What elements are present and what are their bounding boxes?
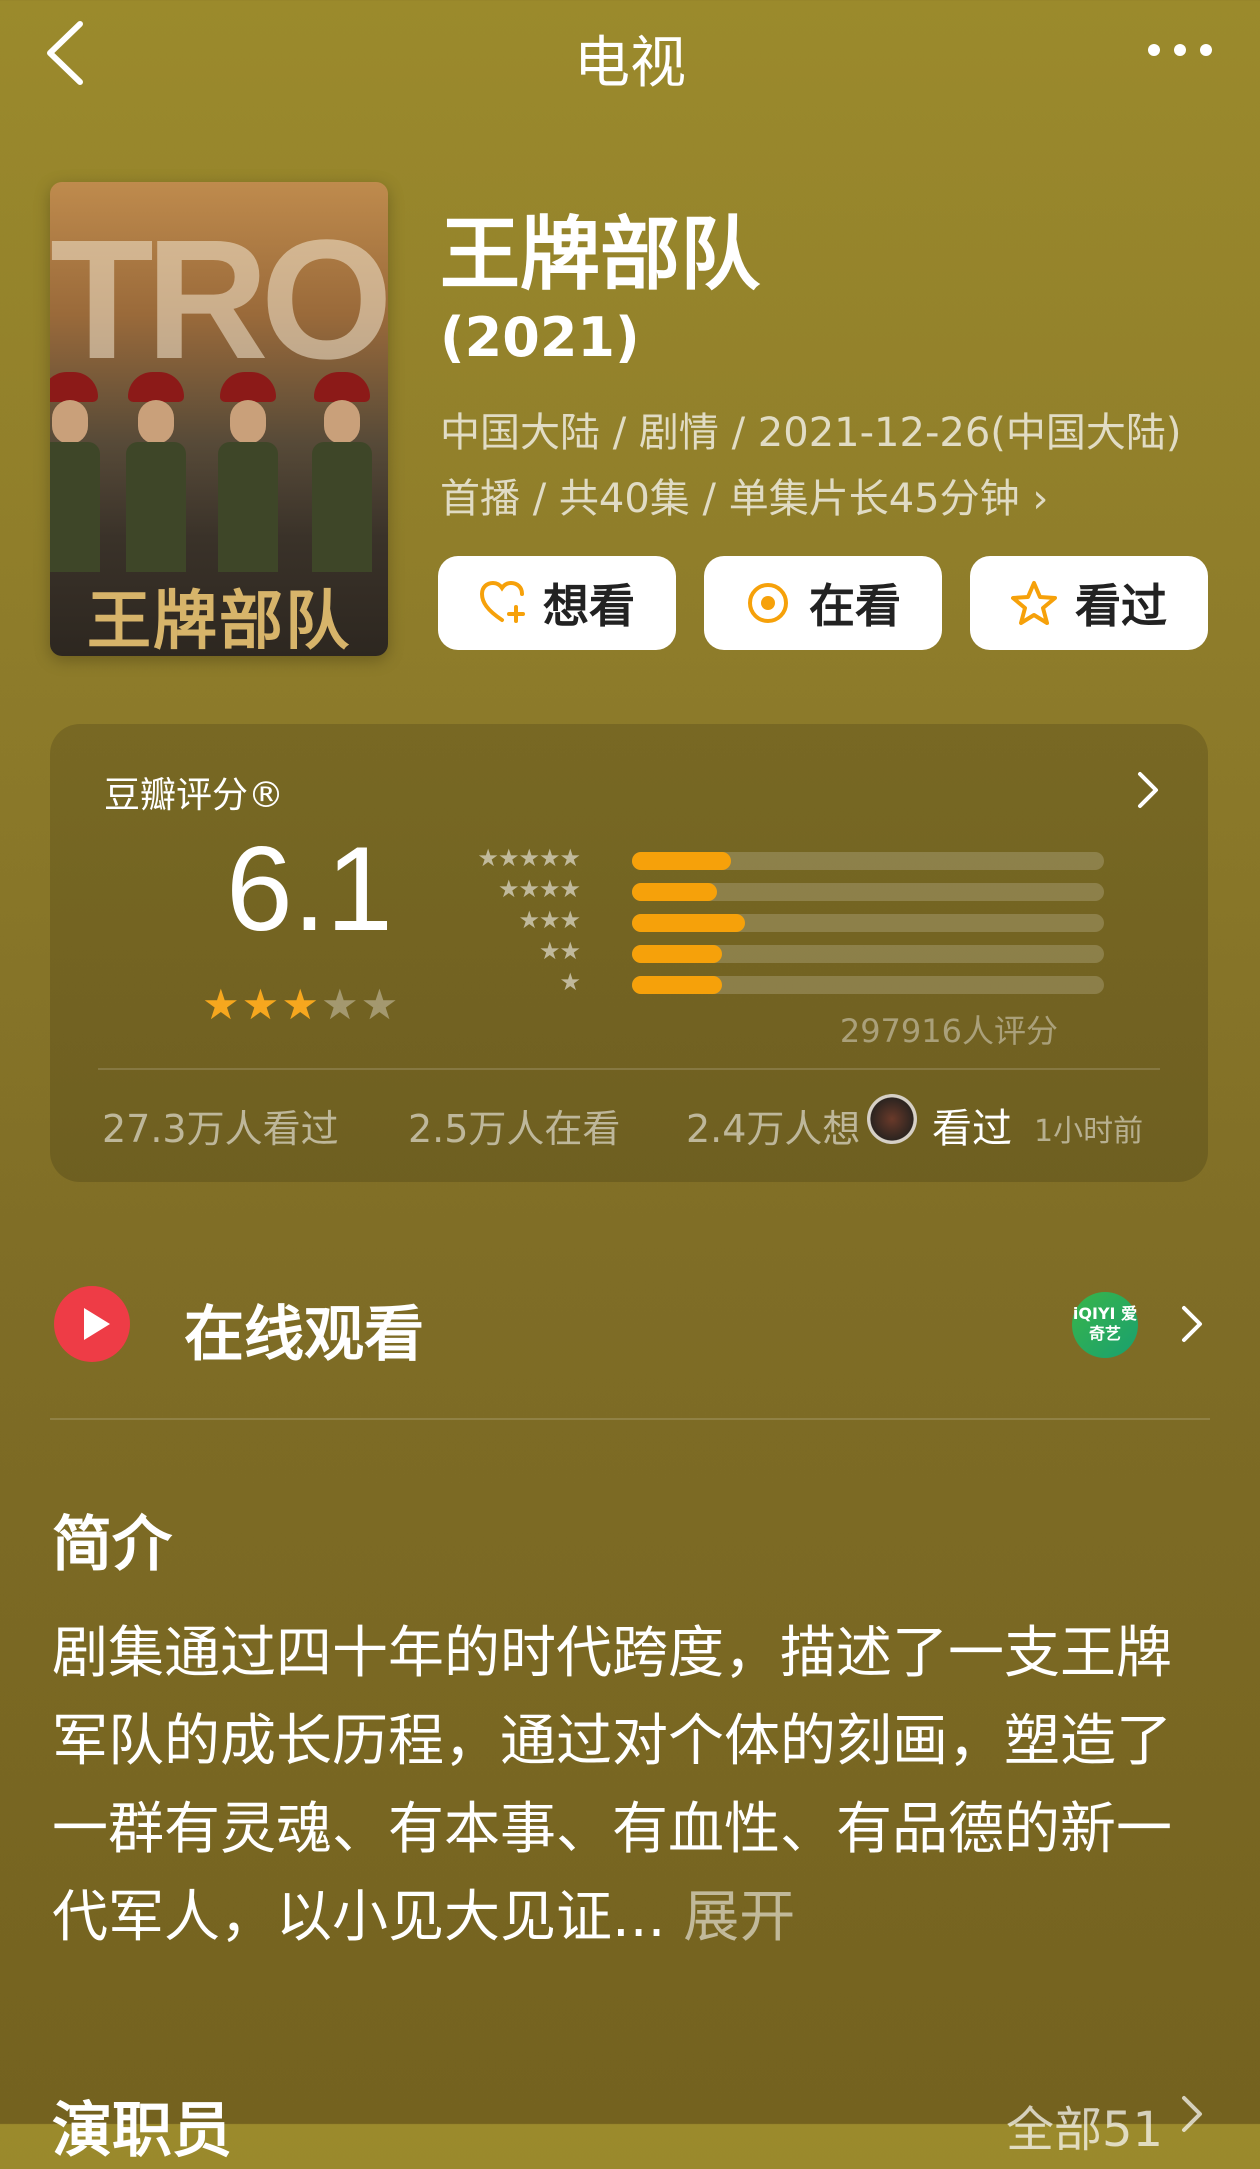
rating-bar-stars: ★★★ [518,906,581,934]
rating-count: 297916人评分 [839,1012,1058,1050]
rating-bar-fill [632,883,717,901]
poster-figure [50,372,100,572]
rating-bar-fill [632,945,722,963]
rating-bar-fill [632,914,746,932]
friend-action: 看过 [932,1106,1012,1152]
rating-stars: ★★★★★ [202,980,400,1029]
rating-bar-fill [632,976,722,994]
star-empty-icon: ★ [320,980,361,1029]
expand-link[interactable]: 展开 [683,1885,795,1950]
star-empty-icon: ★ [360,980,401,1029]
poster-figure [218,372,278,572]
friend-avatar[interactable] [867,1094,917,1144]
rating-score: 6.1 [226,822,393,956]
watching-button[interactable]: 在看 [704,556,942,650]
rating-bar-stars: ★ [559,968,580,996]
star-filled-icon: ★ [281,980,321,1029]
rating-bar-stars: ★★ [538,937,581,965]
online-watch-label[interactable]: 在线观看 [184,1286,424,1373]
star-icon [1011,581,1057,625]
rating-bar-track [632,852,1104,870]
poster-title: 王牌部队 [87,585,351,656]
divider [50,1418,1210,1420]
chevron-right-icon[interactable] [1180,1304,1204,1344]
watched-label: 看过 [1075,579,1167,633]
heart-plus-icon [479,580,525,623]
intro-body: 剧集通过四十年的时代跨度，描述了一支王牌军队的成长历程，通过对个体的刻画，塑造了… [52,1621,1172,1950]
rating-bar-track [632,883,1104,901]
poster-figure [126,372,186,572]
star-filled-icon: ★ [241,980,282,1029]
play-icon[interactable] [54,1286,130,1362]
star-filled-icon: ★ [202,980,242,1029]
want-count: 2.4万人想 [686,1107,861,1151]
poster-background-text: TROO [50,205,388,395]
rating-label: 豆瓣评分® [104,775,285,816]
want-label: 想看 [543,579,635,633]
show-meta[interactable]: 中国大陆 / 剧情 / 2021-12-26(中国大陆)首播 / 共40集 / … [440,400,1200,532]
poster-image[interactable]: TROO 王牌部队 [50,182,388,656]
poster-figure [312,372,372,572]
divider [98,1068,1160,1070]
intro-heading: 简介 [52,1510,172,1580]
iqiyi-logo[interactable]: iQIYI 爱奇艺 [1072,1292,1138,1358]
target-icon [748,583,788,623]
show-title: 王牌部队 [440,208,760,301]
rating-bar-stars: ★★★★ [497,875,581,903]
intro-text: 剧集通过四十年的时代跨度，描述了一支王牌军队的成长历程，通过对个体的刻画，塑造了… [52,1610,1182,1962]
rating-bar-row: ★ [440,968,1110,996]
rating-bar-track [632,945,1104,963]
rating-bar-row: ★★ [440,937,1110,965]
rating-bar-row: ★★★★ [440,875,1110,903]
watching-label: 在看 [809,579,901,633]
rating-bar-stars: ★★★★★ [477,844,581,872]
chevron-right-icon[interactable] [1180,2094,1204,2134]
rating-bar-fill [632,852,732,870]
rating-bar-track [632,976,1104,994]
rating-bar-track [632,914,1104,932]
cast-all-link[interactable]: 全部51 [1006,2090,1163,2160]
show-year: (2021) [440,306,640,369]
want-to-watch-button[interactable]: 想看 [438,556,676,650]
chevron-right-icon[interactable] [1136,770,1160,810]
watching-count: 2.5万人在看 [408,1107,621,1151]
rating-bar-row: ★★★ [440,906,1110,934]
watched-count: 27.3万人看过 [102,1107,339,1151]
page-title: 电视 [574,31,686,96]
more-options-icon[interactable] [1140,30,1220,70]
watched-button[interactable]: 看过 [970,556,1208,650]
rating-card[interactable]: 豆瓣评分® 6.1 ★★★★★ ★★★★★ ★★★★ ★★★ ★★ ★ 297916人评… [50,724,1208,1182]
rating-bar-row: ★★★★★ [440,844,1110,872]
cast-heading: 演职员 [52,2096,232,2166]
top-bar: 电视 [0,0,1260,110]
friend-time: 1小时前 [1034,1114,1144,1149]
